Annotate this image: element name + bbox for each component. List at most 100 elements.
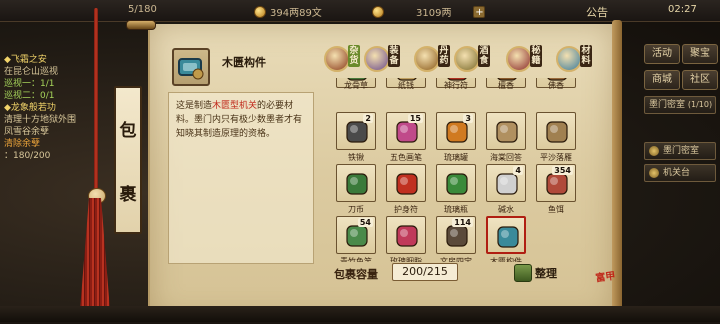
item-label: 琉璃瓶 <box>444 205 468 214</box>
item-slot[interactable]: 15 五色画笔 <box>386 112 426 168</box>
item-label: 青竹鱼竿 <box>340 257 372 262</box>
item-count: 354 <box>552 166 573 175</box>
category-tab[interactable]: 酒食 <box>454 45 490 72</box>
item-label: 鱼饵 <box>548 205 564 214</box>
item-label: 文房四宝 <box>440 257 472 262</box>
item-icon <box>346 173 368 195</box>
item-grid: 龙骨草 纸钱 神行符 檀香 佛香 2 铁锹 15 五色画笔 3 琉璃罐 海棠回答 平沙落雁 刀币 护身符 琉璃… <box>322 78 594 262</box>
category-tab[interactable]: 丹药 <box>414 45 450 72</box>
add-gold-button[interactable]: + <box>473 5 486 18</box>
item-slot-frame <box>336 164 376 202</box>
activity-button[interactable]: 活动 <box>644 44 680 64</box>
category-tab-icon <box>556 46 582 72</box>
item-icon <box>497 226 519 248</box>
item-slot[interactable]: 玫瑰胭脂 <box>386 216 426 262</box>
category-tab[interactable]: 材料 <box>556 45 592 72</box>
category-tab-icon <box>506 46 532 72</box>
item-slot-frame: 354 <box>536 164 576 202</box>
item-label: 纸钱 <box>398 81 414 90</box>
item-count: 2 <box>363 114 373 123</box>
item-count: 54 <box>357 218 373 227</box>
item-icon <box>396 173 418 195</box>
item-slot[interactable]: 护身符 <box>386 164 426 220</box>
copper-value: 394两89文 <box>270 8 322 19</box>
gold-value: 3109两 <box>416 8 452 19</box>
item-label: 佛香 <box>548 81 564 90</box>
category-tab-label: 装备 <box>388 45 400 67</box>
item-count: 114 <box>452 218 473 227</box>
item-label: 平沙落雁 <box>540 153 572 162</box>
category-tab-icon <box>454 46 480 72</box>
item-label: 五色画笔 <box>390 153 422 162</box>
rich-stamp: 富甲 <box>594 270 617 285</box>
category-tab-label: 丹药 <box>438 45 450 67</box>
item-count: 4 <box>513 166 523 175</box>
category-tab[interactable]: 装备 <box>364 45 400 72</box>
item-slot[interactable]: 琉璃瓶 <box>436 164 476 220</box>
category-tab[interactable]: 杂货 <box>324 45 360 72</box>
item-slot[interactable]: 354 鱼饵 <box>536 164 576 220</box>
item-slot-frame: 3 <box>436 112 476 150</box>
item-icon <box>496 121 518 143</box>
item-slot-frame: 15 <box>386 112 426 150</box>
scroll-tassel <box>80 8 110 310</box>
category-tab-icon <box>364 46 390 72</box>
item-slot-frame <box>386 216 426 254</box>
side-entry-label: 机关台 <box>663 168 691 178</box>
item-description: 这是制造木匮型机关的必要材料。墨门内只有极少数墨者才有知晓其制造原理的资格。 <box>168 92 314 264</box>
bag-title-plaque: 包 裹 <box>114 86 142 234</box>
category-tab-label: 杂货 <box>348 45 360 67</box>
tidy-label: 整理 <box>535 267 557 280</box>
item-slot[interactable]: 刀币 <box>336 164 376 220</box>
capacity-label: 包裹容量 <box>334 268 378 281</box>
announcement-button[interactable]: 公告 <box>586 4 608 20</box>
category-tab-icon <box>324 46 350 72</box>
item-label: 碱水 <box>498 205 514 214</box>
side-entry-2[interactable]: 机关台 <box>644 164 716 182</box>
item-slot-frame: 2 <box>336 112 376 150</box>
side-entry-1[interactable]: 墨门密室 <box>644 142 716 160</box>
capacity-value: 200/215 <box>392 263 458 281</box>
copper-display: 394两89文 <box>254 4 322 19</box>
item-slot-frame <box>436 164 476 202</box>
category-tab-label: 材料 <box>580 45 592 67</box>
shop-button[interactable]: 商城 <box>644 70 680 90</box>
location-display: 墨门密室 (1/10) <box>644 96 716 114</box>
item-icon <box>396 225 418 247</box>
stamina-value: 5/180 <box>128 4 157 15</box>
category-tab-label: 秘籍 <box>530 45 542 67</box>
item-slot-frame <box>486 112 526 150</box>
tidy-button[interactable]: 整理 <box>514 262 570 284</box>
item-slot[interactable]: 2 铁锹 <box>336 112 376 168</box>
item-label: 刀币 <box>348 205 364 214</box>
item-slot[interactable]: 4 碱水 <box>486 164 526 220</box>
category-tab[interactable]: 秘籍 <box>506 45 542 72</box>
item-slot[interactable]: 平沙落雁 <box>536 112 576 168</box>
category-tab-icon <box>414 46 440 72</box>
item-slot[interactable]: 海棠回答 <box>486 112 526 168</box>
location-name: 墨门密室 <box>649 100 686 110</box>
bottom-bar <box>0 306 720 322</box>
item-label: 琉璃罐 <box>444 153 468 162</box>
item-count: 15 <box>407 114 423 123</box>
item-icon <box>446 173 468 195</box>
item-slot-frame: 4 <box>486 164 526 202</box>
item-slot[interactable]: 54 青竹鱼竿 <box>336 216 376 262</box>
gold-display: 3109两 + <box>372 4 486 19</box>
selected-item-icon <box>172 48 210 86</box>
community-button[interactable]: 社区 <box>682 70 718 90</box>
category-tab-label: 酒食 <box>478 45 490 67</box>
treasure-button[interactable]: 聚宝 <box>682 44 718 64</box>
selected-item-name: 木匮构件 <box>222 56 266 69</box>
side-entry-label: 墨门密室 <box>663 146 700 156</box>
item-slot[interactable]: 114 文房四宝 <box>436 216 476 262</box>
item-label: 护身符 <box>394 205 418 214</box>
item-slot[interactable]: 3 琉璃罐 <box>436 112 476 168</box>
item-slot[interactable]: 木匮构件 <box>486 216 526 262</box>
item-slot-frame <box>536 112 576 150</box>
item-count: 3 <box>463 114 473 123</box>
item-slot-frame: 114 <box>436 216 476 254</box>
map-marker-icon <box>649 168 659 178</box>
bag-title-top: 包 <box>119 120 137 141</box>
item-slot-frame <box>486 216 526 254</box>
